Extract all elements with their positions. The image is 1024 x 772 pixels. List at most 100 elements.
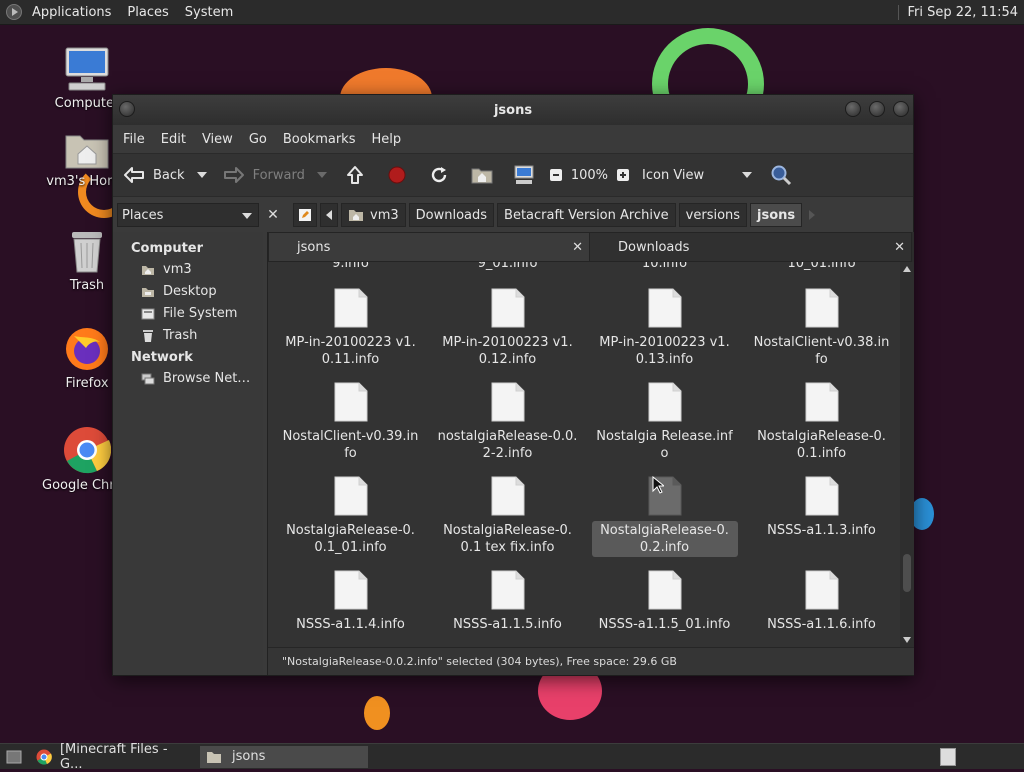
places-sidebar: Computer vm3 Desktop File System Trash N… xyxy=(113,232,263,675)
file-item[interactable]: nostalgiaRelease-0.0.2-2.info xyxy=(429,382,586,463)
breadcrumb-jsons[interactable]: jsons xyxy=(750,203,803,227)
zoom-in-button[interactable] xyxy=(616,168,630,182)
wallpaper-orange-dot xyxy=(364,696,390,730)
file-item[interactable]: NSSS-a1.1.5_01.info xyxy=(586,570,743,634)
file-item[interactable]: NSSS-a1.1.5.info xyxy=(429,570,586,634)
breadcrumb-versions[interactable]: versions xyxy=(678,203,748,227)
sidebar-item-label: Trash xyxy=(163,328,198,343)
scroll-thumb[interactable] xyxy=(903,554,911,592)
sidebar-item-label: Desktop xyxy=(163,284,217,299)
status-bar: "NostalgiaRelease-0.0.2.info" selected (… xyxy=(268,647,914,675)
file-item[interactable]: NSSS-a1.1.6.info xyxy=(743,570,900,634)
forward-history-dropdown[interactable] xyxy=(316,172,327,178)
sidebar-item-vm3[interactable]: vm3 xyxy=(113,259,263,281)
system-menu[interactable]: System xyxy=(177,5,241,20)
clock[interactable]: Fri Sep 22, 11:54 xyxy=(898,4,1024,20)
reload-icon xyxy=(431,167,447,183)
forward-arrow-icon xyxy=(223,167,244,183)
vertical-scrollbar[interactable] xyxy=(900,262,914,647)
chevron-right-icon[interactable] xyxy=(809,210,816,220)
file-name: Nostalgia Release.info xyxy=(596,429,733,461)
maximize-button[interactable] xyxy=(869,101,885,117)
file-name: NostalClient-v0.38.info xyxy=(753,335,890,367)
back-label: Back xyxy=(153,167,185,183)
stop-button[interactable] xyxy=(387,165,407,185)
file-item[interactable]: MP-in-20100223 v1.0.13.info xyxy=(586,288,743,369)
file-icon xyxy=(648,288,682,328)
file-icon xyxy=(334,476,368,516)
workspace-icon xyxy=(940,747,956,766)
file-name: NostalgiaRelease-0.0.1.info xyxy=(757,429,886,461)
places-menu[interactable]: Places xyxy=(119,5,176,20)
home-icon xyxy=(142,265,154,275)
taskbar-item-jsons[interactable]: jsons xyxy=(200,745,368,768)
window-menu-button[interactable] xyxy=(119,101,135,117)
file-icon xyxy=(648,382,682,422)
breadcrumb-betacraft[interactable]: Betacraft Version Archive xyxy=(497,203,676,227)
search-button[interactable] xyxy=(770,164,792,186)
zoom-level[interactable]: 100% xyxy=(571,168,608,183)
file-item[interactable]: 10.info xyxy=(586,262,743,273)
menu-view[interactable]: View xyxy=(194,132,241,147)
sidebar-item-browse-network[interactable]: Browse Net… xyxy=(113,368,263,390)
file-item[interactable]: 9.info xyxy=(272,262,429,273)
back-button[interactable]: Back xyxy=(123,166,207,184)
applications-menu[interactable]: Applications xyxy=(24,5,119,20)
distro-logo-icon[interactable] xyxy=(6,4,22,20)
menu-help[interactable]: Help xyxy=(363,132,409,147)
reload-button[interactable] xyxy=(429,165,449,185)
back-history-dropdown[interactable] xyxy=(196,172,207,178)
file-item[interactable]: NostalClient-v0.39.info xyxy=(272,382,429,463)
zoom-out-button[interactable] xyxy=(549,168,563,182)
sidebar-places-select[interactable]: Places xyxy=(117,203,259,227)
file-item[interactable]: NostalgiaRelease-0.0.1_01.info xyxy=(272,476,429,557)
close-sidebar-button[interactable]: ✕ xyxy=(263,205,283,225)
menu-file[interactable]: File xyxy=(115,132,153,147)
breadcrumb-label: vm3 xyxy=(370,207,399,223)
file-item[interactable]: 10_01.info xyxy=(743,262,900,273)
sidebar-item-filesystem[interactable]: File System xyxy=(113,303,263,325)
scroll-down-arrow[interactable] xyxy=(903,637,911,643)
file-item-selected[interactable]: NostalgiaRelease-0.0.2.info xyxy=(586,476,743,557)
tab-downloads[interactable]: Downloads ✕ xyxy=(590,232,912,262)
file-item[interactable]: NSSS-a1.1.3.info xyxy=(743,476,900,540)
computer-button[interactable] xyxy=(513,165,535,185)
file-item[interactable]: Nostalgia Release.info xyxy=(586,382,743,463)
tab-jsons[interactable]: jsons ✕ xyxy=(268,232,590,262)
breadcrumb-vm3[interactable]: vm3 xyxy=(341,203,406,227)
file-item[interactable]: 9_01.info xyxy=(429,262,586,273)
trash-icon xyxy=(67,230,107,274)
file-name: MP-in-20100223 v1.0.13.info xyxy=(599,335,730,367)
file-item[interactable]: MP-in-20100223 v1.0.11.info xyxy=(272,288,429,369)
close-icon[interactable]: ✕ xyxy=(894,240,905,255)
file-item[interactable]: NostalClient-v0.38.info xyxy=(743,288,900,369)
close-button[interactable] xyxy=(893,101,909,117)
view-mode-select[interactable]: Icon View xyxy=(642,168,753,183)
file-item[interactable]: NSSS-a1.1.4.info xyxy=(272,570,429,634)
file-name: NostalClient-v0.39.info xyxy=(282,429,419,461)
breadcrumb-scroll-left[interactable] xyxy=(320,203,338,227)
file-item[interactable]: NostalgiaRelease-0.0.1 tex fix.info xyxy=(429,476,586,557)
file-item[interactable]: MP-in-20100223 v1.0.12.info xyxy=(429,288,586,369)
taskbar-item-chrome[interactable]: [Minecraft Files - G... xyxy=(30,742,200,772)
window-titlebar[interactable]: jsons xyxy=(113,95,913,125)
breadcrumb-downloads[interactable]: Downloads xyxy=(408,203,495,227)
sidebar-item-desktop[interactable]: Desktop xyxy=(113,281,263,303)
home-button[interactable] xyxy=(471,166,493,184)
file-icon xyxy=(491,288,525,328)
edit-location-button[interactable] xyxy=(293,203,317,227)
menu-bookmarks[interactable]: Bookmarks xyxy=(275,132,364,147)
chevron-left-icon xyxy=(326,210,332,220)
menu-go[interactable]: Go xyxy=(241,132,275,147)
scroll-up-arrow[interactable] xyxy=(903,266,911,272)
close-icon[interactable]: ✕ xyxy=(572,240,583,255)
workspace-switcher[interactable] xyxy=(934,746,962,768)
minimize-button[interactable] xyxy=(845,101,861,117)
menu-edit[interactable]: Edit xyxy=(153,132,194,147)
forward-button[interactable]: Forward xyxy=(223,166,327,184)
sidebar-item-trash[interactable]: Trash xyxy=(113,325,263,347)
file-item[interactable]: NostalgiaRelease-0.0.1.info xyxy=(743,382,900,463)
breadcrumb: vm3 Downloads Betacraft Version Archive … xyxy=(293,203,816,227)
up-button[interactable] xyxy=(345,165,365,185)
show-desktop-button[interactable] xyxy=(0,746,30,768)
